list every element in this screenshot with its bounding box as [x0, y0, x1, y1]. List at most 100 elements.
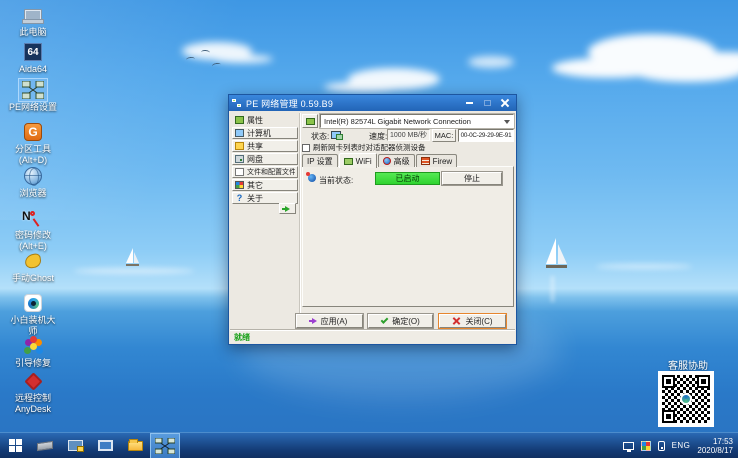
- tray-display-icon[interactable]: [622, 441, 634, 452]
- xiaobai-icon: [24, 294, 42, 312]
- sidebar-item-computer[interactable]: 计算机: [232, 127, 298, 139]
- mac-value: 00-0C-29-29-9E-91: [458, 129, 514, 142]
- desktop-icon-manual-ghost[interactable]: 手动Ghost: [2, 250, 64, 283]
- tab-wifi[interactable]: WiFi: [338, 153, 377, 168]
- aida64-icon: 64: [24, 43, 42, 61]
- sidebar-item-shares[interactable]: 共享: [232, 140, 298, 152]
- stop-button[interactable]: 停止: [441, 171, 503, 186]
- mac-button[interactable]: MAC:: [432, 129, 456, 142]
- boot-repair-icon: [29, 342, 37, 350]
- taskbar-item-ramdisk[interactable]: [30, 433, 60, 458]
- ready-status: 就绪: [234, 332, 250, 342]
- support-caption: 客服协助: [668, 361, 708, 372]
- icon-label: 小白装机大: [10, 315, 56, 325]
- speed-label: 速度:: [369, 132, 388, 141]
- support-qr-code: [658, 371, 714, 427]
- minimize-button[interactable]: [463, 98, 475, 108]
- drive-icon: [235, 155, 244, 163]
- bird: [200, 49, 211, 56]
- question-icon: ?: [236, 193, 243, 203]
- close-window-button[interactable]: [499, 98, 511, 108]
- time: 17:53: [712, 436, 733, 446]
- cloud: [468, 56, 514, 68]
- maximize-button[interactable]: [481, 98, 493, 108]
- icon-label-line2: AnyDesk: [14, 404, 51, 414]
- current-state-label: 当前状态:: [319, 176, 354, 185]
- sidebar-item-network-drives[interactable]: 网盘: [232, 153, 298, 165]
- folder-icon: [127, 438, 143, 451]
- icon-label: 此电脑: [19, 27, 47, 37]
- icon-label: Aida64: [18, 64, 48, 74]
- service-gear-icon: [306, 172, 316, 182]
- anydesk-icon: [23, 371, 43, 391]
- desktop-icon-password-edit[interactable]: N 密码修改 (Alt+E): [2, 207, 64, 251]
- speed-value: 1000 MB/秒: [387, 129, 430, 141]
- adapter-select[interactable]: Intel(R) 82574L Gigabit Network Connecti…: [319, 113, 515, 129]
- system-tray: ENG 17:53 2020/8/17: [622, 437, 738, 455]
- tray-color-icon[interactable]: [640, 440, 651, 451]
- boat-reflection: [551, 276, 554, 302]
- advanced-icon: [382, 157, 391, 165]
- checkbox[interactable]: [302, 143, 310, 152]
- desktop-icon-pe-network-settings[interactable]: PE网络设置: [2, 78, 64, 112]
- apply-arrow-icon: [308, 318, 317, 324]
- desktop: 此电脑 64 Aida64 PE网络设置 G 分区工具 (Alt+D) 浏览器 …: [0, 0, 738, 458]
- cloud-wisp: [596, 264, 692, 269]
- clock[interactable]: 17:53 2020/8/17: [697, 437, 733, 455]
- sidebar-item-other[interactable]: 其它: [232, 179, 298, 191]
- start-button[interactable]: [0, 433, 30, 458]
- detect-media-option[interactable]: 刷新网卡列表时对适配器侦测设备: [302, 142, 426, 153]
- sidebar-collapse-button[interactable]: [279, 203, 296, 214]
- icon-label: 密码修改: [14, 230, 51, 240]
- status-bar: 就绪: [230, 330, 515, 343]
- taskbar-item-display[interactable]: [90, 433, 120, 458]
- icon-label-line2: (Alt+D): [18, 155, 48, 165]
- language-indicator[interactable]: ENG: [672, 441, 691, 450]
- icon-label: 分区工具: [14, 144, 51, 154]
- diskgenius-icon: G: [24, 123, 42, 141]
- taskbar-item-explorer[interactable]: [120, 433, 150, 458]
- divider: [299, 113, 300, 328]
- sidebar-item-properties[interactable]: 属性: [232, 114, 298, 126]
- desktop-icon-browser[interactable]: 浏览器: [2, 165, 64, 198]
- icon-label: PE网络设置: [8, 102, 57, 112]
- taskbar-item-pecmd[interactable]: [60, 433, 90, 458]
- apply-button[interactable]: 应用(A): [295, 313, 364, 329]
- tab-strip: IP 设置 WiFi 高级 Firew: [302, 153, 458, 168]
- ghost-icon: [24, 252, 42, 270]
- sailboat-large: [546, 238, 567, 268]
- x-icon: [452, 317, 461, 326]
- tray-device-icon[interactable]: [657, 440, 665, 451]
- icon-label: 浏览器: [19, 188, 47, 198]
- globe-icon: [24, 167, 42, 186]
- green-arrow-icon: [282, 205, 290, 212]
- tab-ip-settings[interactable]: IP 设置: [302, 154, 338, 167]
- qr-logo: [680, 393, 692, 405]
- desktop-icon-this-pc[interactable]: 此电脑: [2, 4, 64, 37]
- title-bar[interactable]: PE 网络管理 0.59.B9: [229, 95, 516, 111]
- windows-logo-icon: [8, 439, 22, 452]
- desktop-icon-partition-tool[interactable]: G 分区工具 (Alt+D): [2, 121, 64, 165]
- monitor-key-icon: [67, 440, 84, 452]
- desktop-icon-anydesk[interactable]: 远程控制 AnyDesk: [2, 370, 64, 414]
- window-network-icon: [232, 98, 242, 108]
- shared-folder-icon: [235, 142, 244, 150]
- wifi-tab-page: 当前状态: 已启动 停止: [302, 166, 514, 307]
- tab-advanced[interactable]: 高级: [377, 154, 415, 167]
- ntpwedit-icon: N: [22, 209, 44, 227]
- desktop-icon-boot-repair[interactable]: 引导修复: [2, 335, 64, 368]
- file-icon: [235, 168, 244, 176]
- nic-icon: [343, 157, 353, 165]
- desktop-icon-xiaobai-installer[interactable]: 小白装机大 师: [2, 292, 64, 336]
- refresh-adapter-button[interactable]: [302, 114, 318, 128]
- taskbar-item-pe-network[interactable]: [150, 432, 180, 458]
- computer-icon: [235, 129, 244, 137]
- ok-button[interactable]: 确定(O): [367, 313, 434, 329]
- tab-firewall[interactable]: Firew: [415, 154, 458, 167]
- nic-icon: [305, 117, 315, 125]
- desktop-icon-aida64[interactable]: 64 Aida64: [2, 41, 64, 74]
- sidebar-item-files-profiles[interactable]: 文件和配置文件: [232, 166, 298, 178]
- close-button[interactable]: 关闭(C): [438, 313, 507, 329]
- chip-icon: [37, 440, 53, 451]
- chevron-down-icon: [504, 120, 510, 124]
